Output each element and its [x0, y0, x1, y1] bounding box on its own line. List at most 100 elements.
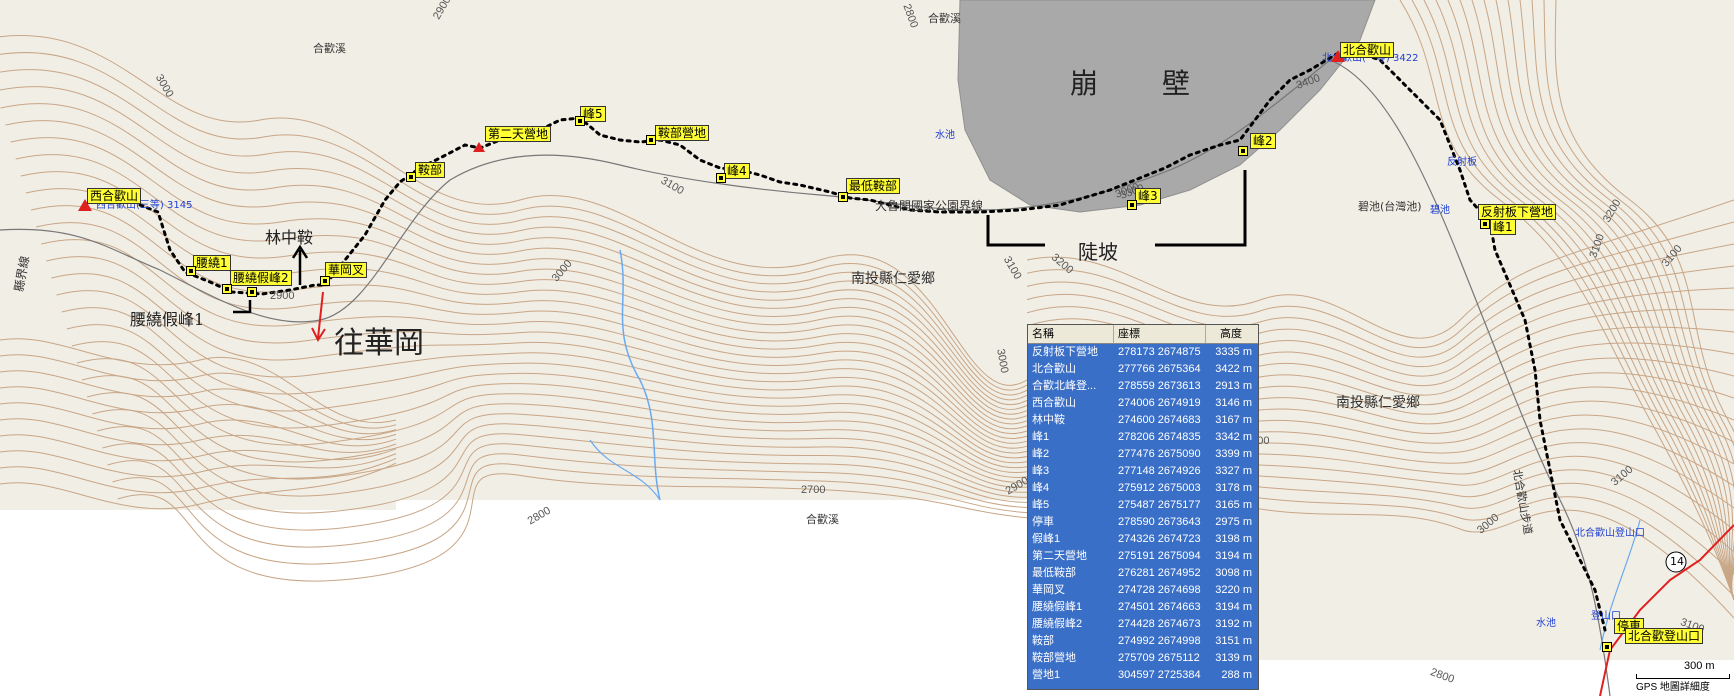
waypoint-marker	[186, 266, 196, 276]
waypoint-reflector-camp[interactable]: 反射板下營地	[1478, 204, 1557, 220]
table-row[interactable]: 峰2 277476 2675090 3399 m	[1028, 446, 1258, 463]
waypoint-west-peak[interactable]: 西合歡山	[87, 188, 142, 204]
waypoint-marker	[838, 192, 848, 202]
water-label: 水池	[1536, 618, 1556, 629]
contour-label: 2700	[801, 484, 826, 496]
waypoint-bypass-pair[interactable]: 腰繞假峰2	[230, 270, 292, 286]
cell-alt: 3399 m	[1215, 448, 1252, 460]
cell-coord: 278206 2674835	[1118, 431, 1201, 443]
cell-name: 營地1	[1032, 669, 1061, 681]
cell-alt: 3178 m	[1215, 482, 1252, 494]
cell-alt: 3165 m	[1215, 499, 1252, 511]
creek-label: 合歡溪	[806, 513, 839, 526]
waypoint-peak3[interactable]: 峰3	[1135, 188, 1161, 204]
table-row[interactable]: 假峰1 274326 2674723 3198 m	[1028, 531, 1258, 548]
col-alt-header[interactable]: 高度	[1206, 325, 1258, 343]
waypoint-marker	[247, 287, 257, 297]
cell-alt: 3146 m	[1215, 397, 1252, 409]
waypoint-anbu-camp[interactable]: 鞍部營地	[655, 125, 710, 141]
waypoint-trailhead[interactable]: 北合歡登山口	[1625, 628, 1704, 644]
cell-name: 假峰1	[1032, 533, 1061, 545]
waypoint-north-peak[interactable]: 北合歡山	[1340, 42, 1395, 58]
cell-name: 北合歡山	[1032, 363, 1076, 375]
table-row[interactable]: 腰繞假峰1 274501 2674663 3194 m	[1028, 599, 1258, 616]
scale-bar: 300 m GPS 地圖詳細度	[1632, 660, 1730, 693]
cell-alt: 3194 m	[1215, 601, 1252, 613]
table-row[interactable]: 反射板下營地 278173 2674875 3335 m	[1028, 344, 1258, 361]
waypoint-peak2[interactable]: 峰2	[1250, 133, 1276, 149]
table-row[interactable]: 最低鞍部 276281 2674952 3098 m	[1028, 565, 1258, 582]
table-row[interactable]: 停車 278590 2673643 2975 m	[1028, 514, 1258, 531]
table-row[interactable]: 北合歡山 277766 2675364 3422 m	[1028, 361, 1258, 378]
creek-label: 合歡溪	[313, 42, 346, 55]
cell-alt: 288 m	[1221, 669, 1252, 681]
waypoint-hua-gang[interactable]: 華岡叉	[325, 262, 368, 278]
cell-name: 峰3	[1032, 465, 1050, 477]
township-label: 南投縣仁愛鄉	[851, 271, 935, 287]
cell-name: 峰4	[1032, 482, 1050, 494]
cell-coord: 278590 2673643	[1118, 516, 1201, 528]
table-row[interactable]: 峰1 278206 2674835 3342 m	[1028, 429, 1258, 446]
waypoint-anbu[interactable]: 鞍部	[415, 162, 446, 178]
terrain-area-left-strip	[0, 500, 396, 510]
waypoint-marker	[1127, 200, 1137, 210]
cell-name: 西合歡山	[1032, 397, 1076, 409]
terrain-area-left	[0, 0, 1027, 500]
cell-coord: 274006 2674919	[1118, 397, 1201, 409]
table-row[interactable]: 峰5 275487 2675177 3165 m	[1028, 497, 1258, 514]
col-name-header[interactable]: 名稱	[1028, 325, 1114, 343]
cell-name: 鞍部	[1032, 635, 1054, 647]
cell-coord: 275191 2675094	[1118, 550, 1201, 562]
table-row[interactable]: 腰繞假峰2 274428 2674673 3192 m	[1028, 616, 1258, 633]
waypoint-marker	[1238, 146, 1248, 156]
cell-name: 停車	[1032, 516, 1054, 528]
cell-coord: 276281 2674952	[1118, 567, 1201, 579]
waypoint-second-camp[interactable]: 第二天營地	[485, 126, 552, 142]
cell-alt: 3167 m	[1215, 414, 1252, 426]
table-row[interactable]: 峰4 275912 2675003 3178 m	[1028, 480, 1258, 497]
cell-coord: 275912 2675003	[1118, 482, 1201, 494]
table-row[interactable]: 林中鞍 274600 2674683 3167 m	[1028, 412, 1258, 429]
table-row[interactable]: 峰3 277148 2674926 3327 m	[1028, 463, 1258, 480]
table-row[interactable]: 華岡叉 274728 2674698 3220 m	[1028, 582, 1258, 599]
bypass-peak-label: 腰繞假峰1	[130, 310, 205, 329]
cell-name: 腰繞假峰2	[1032, 618, 1083, 630]
waypoint-marker	[575, 116, 585, 126]
table-header: 名稱 座標 高度	[1028, 325, 1258, 344]
cell-coord: 275709 2675112	[1118, 652, 1200, 664]
cell-name: 峰5	[1032, 499, 1050, 511]
cliff-label: 崩 壁	[1070, 67, 1209, 100]
cell-alt: 3422 m	[1215, 363, 1252, 375]
col-coord-header[interactable]: 座標	[1114, 325, 1206, 343]
cell-alt: 3327 m	[1215, 465, 1252, 477]
topo-map[interactable]	[0, 0, 1734, 696]
waypoint-marker	[222, 284, 232, 294]
cell-coord: 277148 2674926	[1118, 465, 1201, 477]
table-row[interactable]: 合歡北峰登... 278559 2673613 2913 m	[1028, 378, 1258, 395]
table-row[interactable]: 鞍部營地 275709 2675112 3139 m	[1028, 650, 1258, 667]
slope-label: 陡坡	[1078, 240, 1118, 264]
waypoint-peak4[interactable]: 峰4	[724, 163, 750, 179]
cell-coord: 274326 2674723	[1118, 533, 1201, 545]
cell-alt: 3198 m	[1215, 533, 1252, 545]
contour-label: 2900	[270, 290, 295, 302]
waypoint-table[interactable]: 名稱 座標 高度 反射板下營地 278173 2674875 3335 m 北合歡山 2…	[1027, 324, 1259, 690]
table-row[interactable]: 營地1 304597 2725384 288 m	[1028, 667, 1258, 684]
waypoint-marker	[646, 135, 656, 145]
table-body: 反射板下營地 278173 2674875 3335 m 北合歡山 277766 267…	[1028, 344, 1258, 684]
cell-alt: 3220 m	[1215, 584, 1252, 596]
waypoint-marker	[320, 276, 330, 286]
waypoint-peak1[interactable]: 峰1	[1490, 219, 1516, 235]
waypoint-lowest[interactable]: 最低鞍部	[846, 178, 901, 194]
cell-alt: 3139 m	[1215, 652, 1252, 664]
cell-alt: 2975 m	[1215, 516, 1252, 528]
table-row[interactable]: 第二天營地 275191 2675094 3194 m	[1028, 548, 1258, 565]
scale-distance: 300 m	[1684, 660, 1715, 672]
scale-caption: GPS 地圖詳細度	[1636, 682, 1710, 693]
table-row[interactable]: 西合歡山 274006 2674919 3146 m	[1028, 395, 1258, 412]
cell-name: 峰1	[1032, 431, 1050, 443]
cell-name: 鞍部營地	[1032, 652, 1076, 664]
table-row[interactable]: 鞍部 274992 2674998 3151 m	[1028, 633, 1258, 650]
waypoint-bypass1[interactable]: 腰繞1	[193, 255, 231, 271]
cell-alt: 3151 m	[1215, 635, 1252, 647]
